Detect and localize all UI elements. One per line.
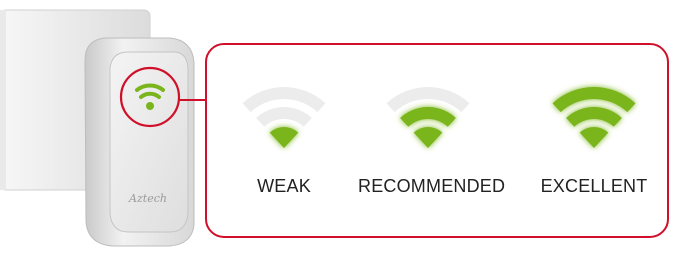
signal-label-weak: WEAK — [257, 176, 311, 196]
signal-label-recommended: RECOMMENDED — [358, 176, 506, 196]
device-brand-logo: Aztech — [128, 192, 167, 205]
wifi-extender-illustration: Aztech — [0, 9, 669, 247]
signal-label-excellent: EXCELLENT — [540, 176, 648, 196]
device-front-panel — [109, 51, 189, 233]
